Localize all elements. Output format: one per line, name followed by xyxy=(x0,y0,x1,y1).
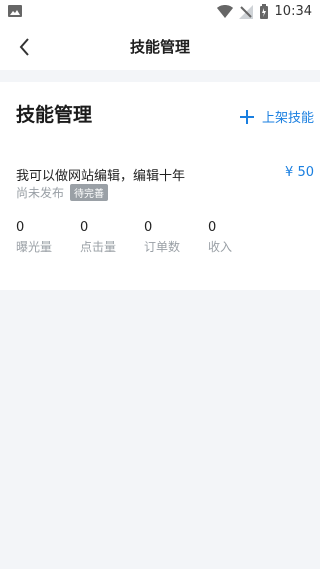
skill-price: ¥ 50 xyxy=(285,165,314,180)
page-title: 技能管理 xyxy=(129,38,190,56)
signal-icon xyxy=(238,5,253,19)
time: 10:34 xyxy=(274,4,312,19)
stat-label: 曝光量 xyxy=(16,240,53,254)
stat-orders: 0 订单数 xyxy=(144,220,204,255)
add-skill-label: 上架技能 xyxy=(261,111,314,126)
skill-card: 技能管理 上架技能 我可以做网站编辑，编辑十年 ¥ 50 尚未发布 待完善 0 … xyxy=(0,82,320,290)
image-icon xyxy=(8,5,22,17)
stat-exposure: 0 曝光量 xyxy=(16,220,76,255)
add-skill-button[interactable]: 上架技能 xyxy=(239,107,314,126)
stat-income: 0 收入 xyxy=(208,220,268,255)
top-navbar: 技能管理 xyxy=(0,24,320,70)
stat-value: 0 xyxy=(16,220,25,235)
section-heading: 技能管理 xyxy=(16,104,93,126)
stat-value: 0 xyxy=(80,220,89,235)
wifi-icon xyxy=(216,5,233,18)
battery-icon xyxy=(259,4,268,19)
stat-clicks: 0 点击量 xyxy=(80,220,140,255)
stat-value: 0 xyxy=(144,220,153,235)
stats-row: 0 曝光量 0 点击量 0 订单数 0 收入 xyxy=(16,220,316,260)
stat-label: 订单数 xyxy=(144,240,181,254)
publish-status: 尚未发布 待完善 xyxy=(16,184,109,201)
section-divider xyxy=(0,70,320,82)
skill-title[interactable]: 我可以做网站编辑，编辑十年 xyxy=(16,165,185,184)
stat-label: 点击量 xyxy=(80,240,117,254)
status-bar: 10:34 xyxy=(0,0,320,24)
stat-value: 0 xyxy=(208,220,217,235)
plus-icon xyxy=(239,109,254,124)
status-text: 尚未发布 xyxy=(16,186,65,200)
stat-label: 收入 xyxy=(208,240,233,254)
status-badge: 待完善 xyxy=(70,184,109,201)
